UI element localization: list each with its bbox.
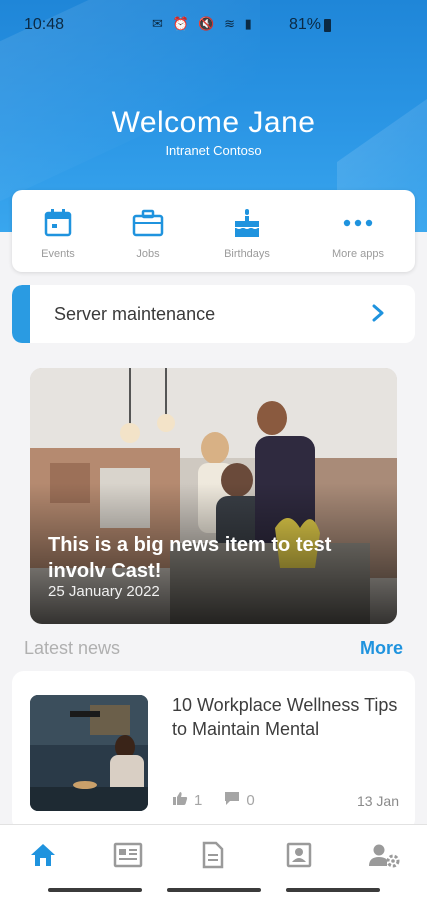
app-jobs[interactable]: Jobs [108,206,188,260]
app-birthdays[interactable]: Birthdays [207,206,287,260]
news-item-card[interactable]: 10 Workplace Wellness Tips to Maintain M… [12,671,415,831]
news-item-date: 13 Jan [356,793,399,809]
app-label: Events [41,248,75,260]
status-icons: ✉ ⏰ 🔇 ≋ ▮ [152,16,255,31]
featured-news-title: This is a big news item to test involv C… [48,534,332,582]
thumbs-up-icon[interactable] [172,791,188,810]
featured-news-card[interactable]: This is a big news item to test involv C… [30,368,397,624]
latest-news-heading: Latest news [24,638,121,658]
news-item-stats: 1 0 [172,791,255,810]
like-count: 1 [194,792,203,809]
welcome-title: Welcome Jane [111,106,316,139]
gesture-bar [48,888,142,892]
news-item-title: 10 Workplace Wellness Tips to Maintain M… [172,695,398,739]
document-icon[interactable] [193,839,233,871]
alert-accent-bar [12,285,30,343]
status-bar: 10:48 ✉ ⏰ 🔇 ≋ ▮ 81% [0,0,427,52]
comment-count: 0 [246,792,255,809]
home-icon[interactable] [23,839,63,871]
calendar-icon [18,206,98,240]
more-news-link[interactable]: More [360,638,403,659]
contact-icon[interactable] [279,839,319,871]
gesture-bar [286,888,380,892]
quick-apps-card: Events Jobs Birthdays More apps [12,190,415,272]
briefcase-icon [108,206,188,240]
alert-banner[interactable]: Server maintenance [12,285,415,343]
status-time: 10:48 [24,16,65,33]
featured-news-date: 25 January 2022 [48,583,160,600]
app-more[interactable]: More apps [318,206,398,260]
comment-icon[interactable] [224,791,240,810]
app-label: Birthdays [224,248,270,260]
intranet-subtitle: Intranet Contoso [165,143,262,158]
user-settings-icon[interactable] [364,839,404,871]
battery-level: 81% [288,16,321,33]
cake-icon [207,206,287,240]
gesture-bar [167,888,261,892]
news-thumbnail [30,695,148,811]
app-label: More apps [332,248,384,260]
battery-icon [324,19,331,32]
app-events[interactable]: Events [18,206,98,260]
app-label: Jobs [136,248,160,260]
more-dots-icon [318,206,398,240]
news-icon[interactable] [108,839,148,871]
alert-text: Server maintenance [54,304,216,324]
chevron-right-icon [371,303,385,328]
